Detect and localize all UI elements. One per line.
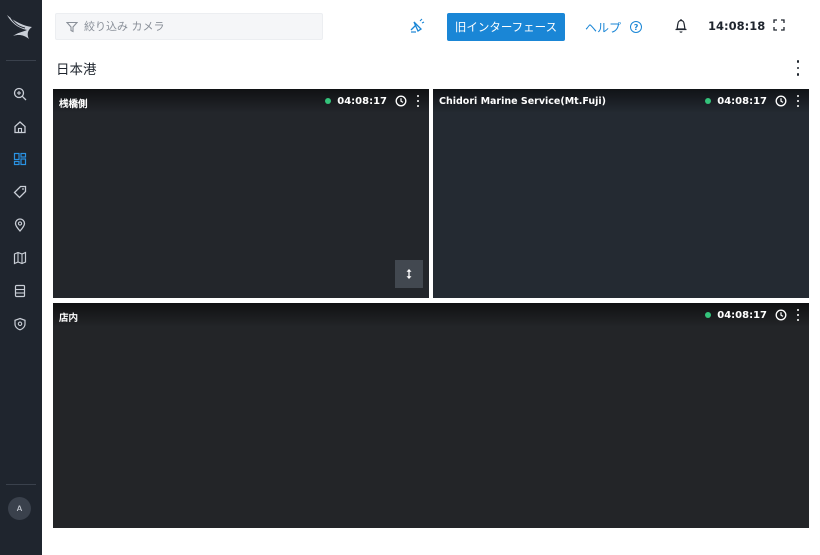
- page-title: 日本港: [56, 62, 97, 78]
- history-clock-icon[interactable]: [395, 95, 407, 107]
- clock: 14:08:18: [708, 19, 766, 33]
- filter-icon: [66, 21, 78, 32]
- home-icon[interactable]: [10, 117, 30, 137]
- top-bar: 旧インターフェース ヘルプ ? 14:08:18: [42, 0, 820, 52]
- camera-name: 店内: [59, 313, 79, 324]
- camera-status: 04:08:17: [705, 309, 801, 321]
- camera-status: 04:08:17: [325, 95, 421, 107]
- tag-icon[interactable]: [10, 182, 30, 202]
- camera-name: Chidori Marine Service(Mt.Fuji): [439, 96, 606, 107]
- tile-header: [53, 303, 809, 327]
- help-label: ヘルプ: [585, 20, 622, 35]
- legacy-interface-button[interactable]: 旧インターフェース: [447, 13, 565, 41]
- camera-tile[interactable]: 桟橋側 04:08:17: [53, 89, 429, 298]
- camera-name: 桟橋側: [59, 99, 88, 110]
- location-pin-icon[interactable]: [10, 215, 30, 235]
- sidebar-divider: [6, 60, 36, 61]
- camera-more-icon[interactable]: [795, 95, 801, 107]
- zoom-icon[interactable]: [10, 84, 30, 104]
- map-icon[interactable]: [10, 248, 30, 268]
- history-clock-icon[interactable]: [775, 95, 787, 107]
- shield-pin-icon[interactable]: [10, 314, 30, 334]
- camera-more-icon[interactable]: [415, 95, 421, 107]
- live-indicator: [705, 98, 712, 104]
- avatar[interactable]: ᴀ: [8, 497, 31, 520]
- camera-timestamp: 04:08:17: [717, 95, 767, 107]
- camera-status: 04:08:17: [705, 95, 801, 107]
- user-icon: ᴀ: [16, 503, 23, 514]
- sidebar-divider: [6, 484, 36, 485]
- help-icon: ?: [630, 21, 643, 33]
- live-indicator: [705, 312, 712, 318]
- camera-tile[interactable]: Chidori Marine Service(Mt.Fuji) 04:08:17: [433, 89, 809, 298]
- notification-bell-icon[interactable]: [674, 18, 688, 34]
- dashboard-icon[interactable]: [10, 149, 30, 169]
- fullscreen-icon[interactable]: [773, 19, 785, 31]
- camera-timestamp: 04:08:17: [717, 309, 767, 321]
- camera-filter[interactable]: [55, 13, 323, 40]
- camera-more-icon[interactable]: [795, 309, 801, 321]
- sidebar: ᴀ: [0, 0, 42, 555]
- storage-icon[interactable]: [10, 281, 30, 301]
- search-input[interactable]: [84, 20, 304, 33]
- help-link[interactable]: ヘルプ ?: [585, 18, 643, 36]
- live-indicator: [325, 98, 332, 104]
- camera-toggle-icon[interactable]: [408, 17, 426, 35]
- vertical-arrows-icon: [406, 269, 412, 279]
- camera-tile[interactable]: 店内 04:08:17: [53, 303, 809, 528]
- ptz-control-button[interactable]: [395, 260, 423, 288]
- camera-timestamp: 04:08:17: [337, 95, 387, 107]
- page-more-menu-icon[interactable]: [791, 60, 805, 76]
- history-clock-icon[interactable]: [775, 309, 787, 321]
- logo-icon[interactable]: [5, 12, 33, 46]
